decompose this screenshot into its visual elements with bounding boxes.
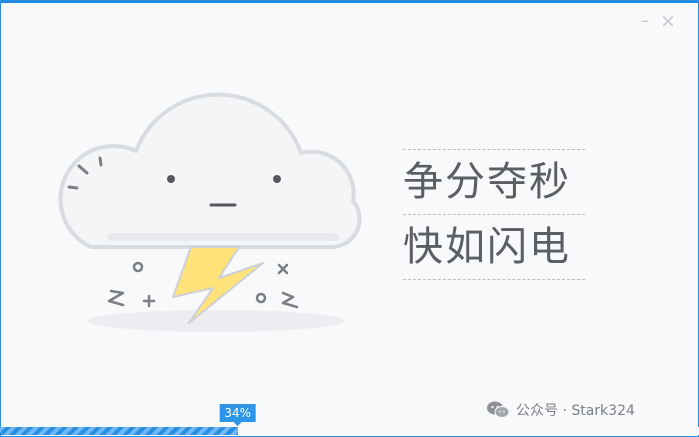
- ray-mark: [67, 185, 79, 190]
- cloud-lightning-icon: [58, 92, 362, 332]
- slogan-block: 争分夺秒 快如闪电: [403, 149, 588, 280]
- decor-circle: [132, 261, 144, 273]
- ray-mark: [98, 156, 103, 167]
- cloud-left-eye: [167, 175, 175, 183]
- slogan-line-1: 争分夺秒: [403, 159, 571, 205]
- progress-bar: [0, 427, 699, 435]
- dashed-divider: [403, 279, 585, 280]
- progress-percent-label: 34%: [219, 404, 256, 426]
- cloud-shape: [58, 92, 362, 250]
- progress-bar-fill: [0, 427, 238, 435]
- wechat-icon: [487, 401, 510, 418]
- decor-squiggle: [107, 289, 125, 307]
- watermark: 公众号 · Stark324: [486, 399, 635, 421]
- shadow-ellipse: [88, 310, 344, 332]
- decor-squiggle: [281, 291, 299, 309]
- decor-circle: [255, 292, 267, 304]
- slogan-line-2: 快如闪电: [403, 224, 571, 270]
- cloud-right-eye: [273, 175, 281, 183]
- decor-plus: [142, 294, 156, 308]
- splash-window: – × 争分夺秒 快如闪电 公众号 · Stark324: [0, 0, 699, 437]
- decor-x: [277, 263, 289, 275]
- watermark-text: 公众号 · Stark324: [516, 403, 635, 419]
